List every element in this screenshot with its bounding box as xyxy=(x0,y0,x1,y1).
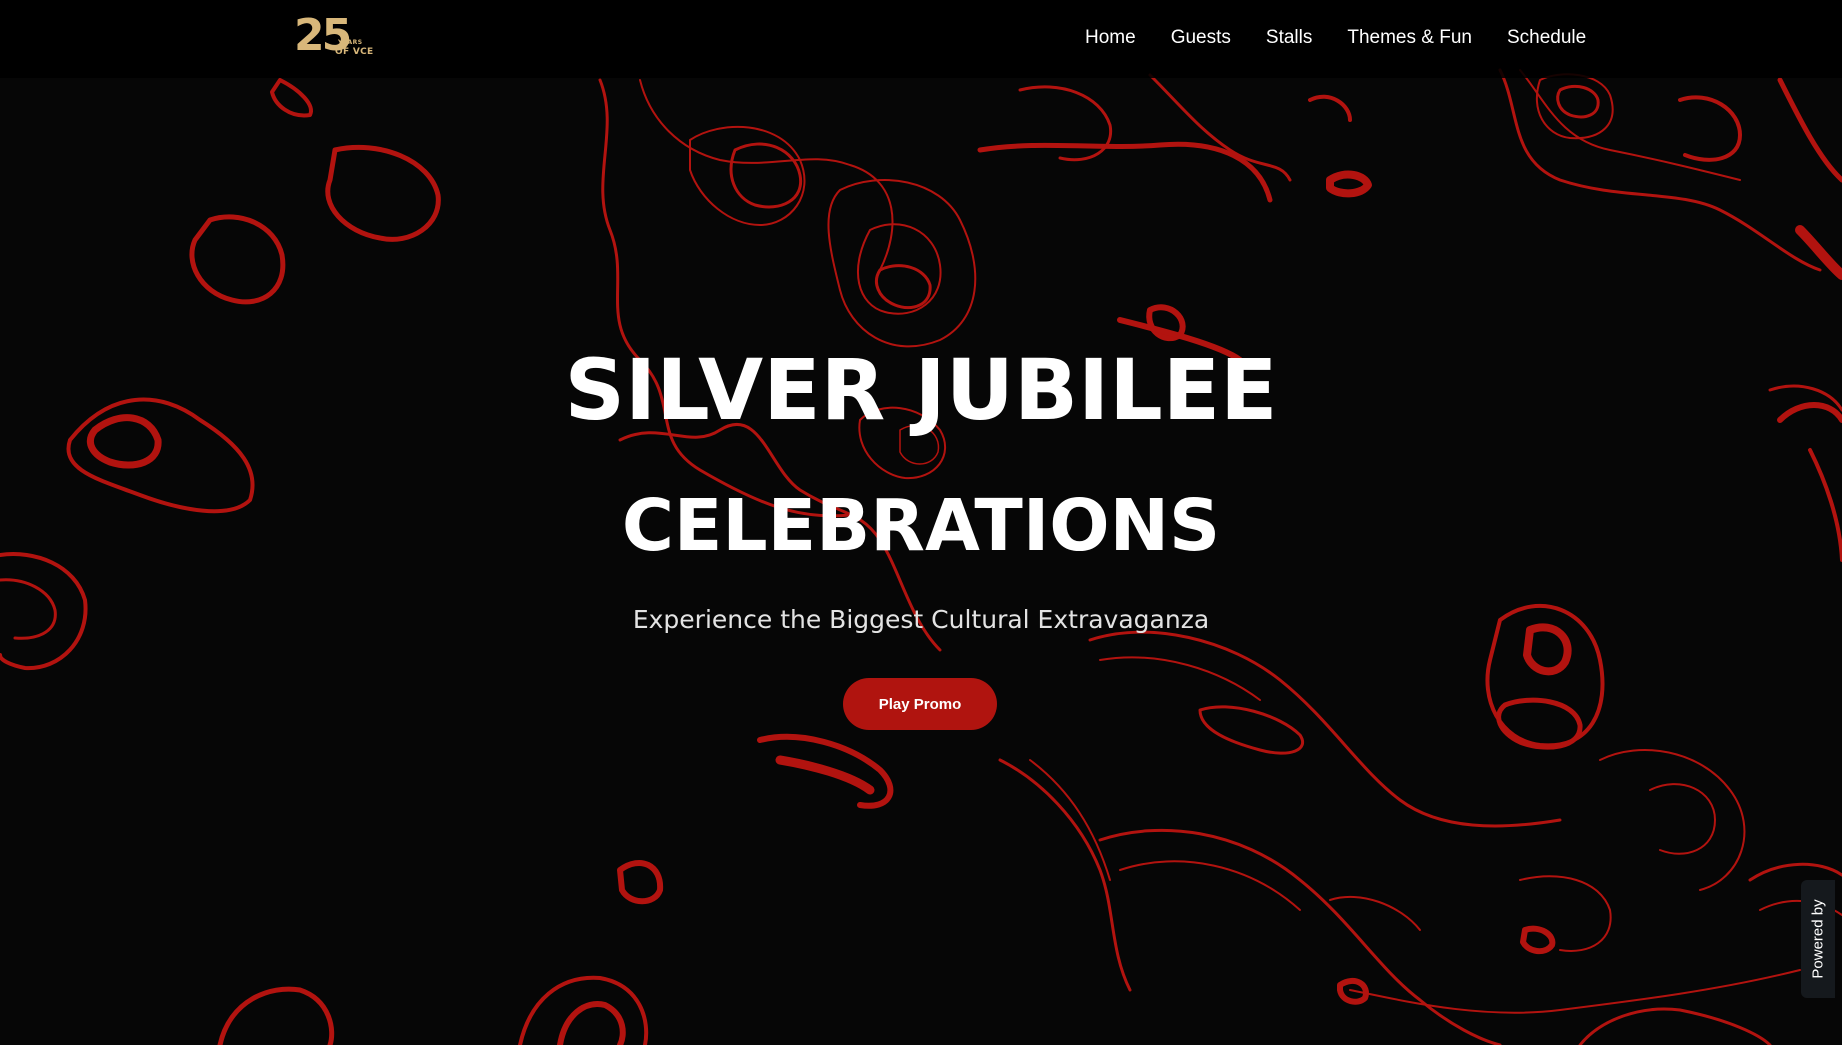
nav-item-home[interactable]: Home xyxy=(1085,24,1136,51)
main-nav: Home Guests Stalls Themes & Fun Schedule xyxy=(1085,24,1586,51)
logo-years-text: YEARS xyxy=(338,39,363,46)
nav-item-themes-fun[interactable]: Themes & Fun xyxy=(1347,24,1472,51)
hero-title-line2: CELEBRATIONS xyxy=(621,484,1221,567)
nav-item-schedule[interactable]: Schedule xyxy=(1507,24,1586,51)
hero-subtitle: Experience the Biggest Cultural Extravag… xyxy=(632,605,1210,634)
powered-by-label: Powered by xyxy=(1809,899,1827,979)
play-promo-button[interactable]: Play Promo xyxy=(843,678,997,730)
top-navigation-bar: 25 YEARS OF VCE Home Guests Stalls Theme… xyxy=(0,0,1842,78)
logo-of-vce-text: OF VCE xyxy=(335,47,374,57)
hero-title-line1: SILVER JUBILEE xyxy=(564,341,1278,439)
powered-by-badge[interactable]: Powered by xyxy=(1801,880,1835,998)
nav-item-guests[interactable]: Guests xyxy=(1171,24,1231,51)
nav-item-stalls[interactable]: Stalls xyxy=(1266,24,1312,51)
page: 25 YEARS OF VCE Home Guests Stalls Theme… xyxy=(0,0,1842,1045)
logo-25-years-vce[interactable]: 25 YEARS OF VCE xyxy=(294,10,374,62)
